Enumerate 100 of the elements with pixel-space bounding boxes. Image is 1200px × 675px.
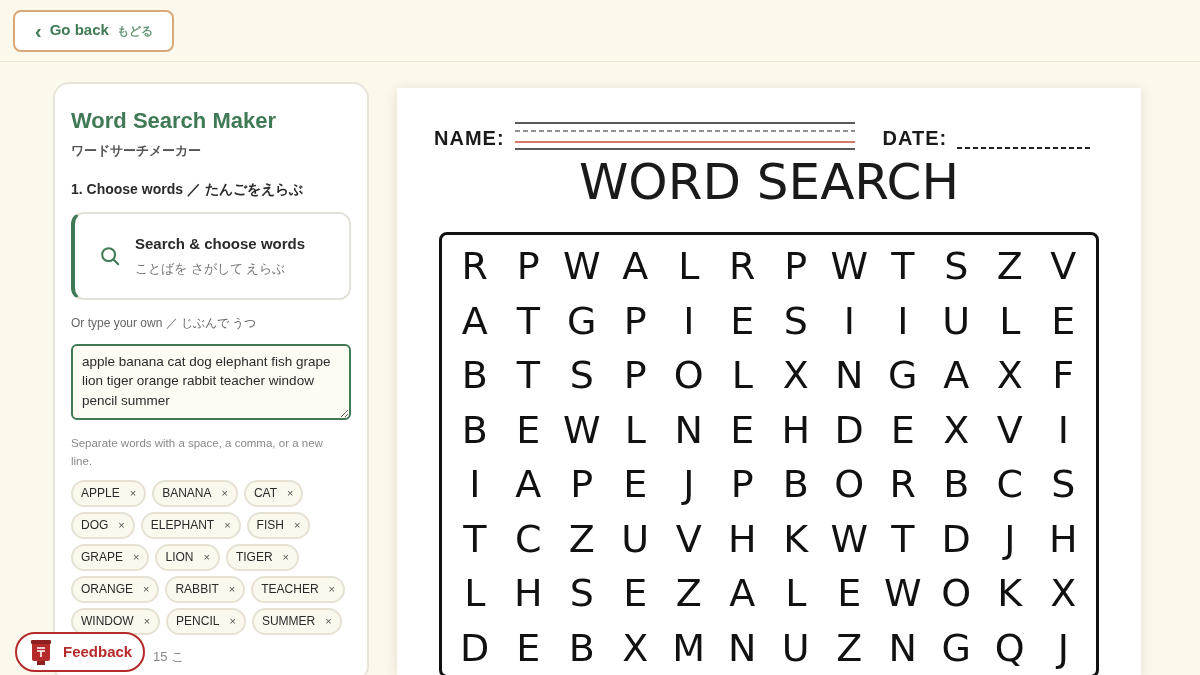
grid-letter: G	[887, 352, 919, 400]
grid-letter: H	[1047, 515, 1079, 563]
grid-letter: O	[833, 461, 866, 509]
grid-letter: U	[780, 624, 811, 672]
grid-letter: V	[674, 515, 703, 563]
grid-letter: F	[1051, 352, 1076, 400]
grid-letter: I	[682, 297, 696, 345]
grid-letter: D	[459, 624, 491, 672]
grid-letter: E	[836, 570, 863, 618]
grid-letter: P	[515, 243, 541, 291]
grid-letter: S	[568, 352, 595, 400]
grid-letter: Z	[995, 243, 1024, 291]
grid-letter: X	[1049, 570, 1078, 618]
grid-letter: E	[515, 406, 542, 454]
grid-letter: I	[842, 297, 856, 345]
grid-letter: P	[622, 297, 648, 345]
search-icon	[99, 244, 121, 267]
chip-remove-button[interactable]: ×	[133, 551, 140, 563]
step-label: 1. Choose words ／ たんごをえらぶ	[71, 179, 304, 199]
grid-letter: H	[512, 570, 544, 618]
go-back-button[interactable]: ‹ Go back もどる	[13, 9, 174, 52]
grid-letter: X	[781, 352, 810, 400]
chip-remove-button[interactable]: ×	[224, 519, 231, 531]
grid-letter: E	[889, 406, 916, 454]
grid-letter: W	[561, 406, 602, 454]
chip-label: TIGER	[235, 549, 273, 566]
grid-letter: R	[728, 243, 757, 291]
grid-letter: P	[622, 352, 648, 400]
grid-letter: V	[1049, 243, 1078, 291]
grid-letter: T	[515, 297, 541, 345]
search-words-card[interactable]: Search & choose words ことばを さがして えらぶ	[71, 211, 351, 300]
chip-remove-button[interactable]: ×	[143, 583, 150, 595]
grid-letter: W	[882, 570, 923, 618]
grid-letter: I	[468, 461, 482, 509]
feedback-button[interactable]: Feedback	[15, 632, 145, 672]
worksheet-title: WORD SEARCH	[578, 154, 960, 210]
grid-letter: M	[671, 624, 707, 672]
grid-letter: S	[782, 297, 809, 345]
grid-letter: V	[995, 406, 1024, 454]
words-input-field[interactable]: apple banana cat dog elephant fish grape lion tiger orange rabbit teacher window pencil summer	[71, 343, 351, 420]
chip-remove-button[interactable]: ×	[325, 615, 332, 627]
grid-letter: E	[515, 624, 542, 672]
chip-label: TEACHER	[261, 581, 319, 598]
chip-label: RABBIT	[175, 581, 219, 598]
chip-remove-button[interactable]: ×	[293, 519, 301, 531]
grid-letter: C	[995, 461, 1024, 509]
chip-remove-button[interactable]: ×	[228, 583, 236, 595]
grid-letter: P	[783, 243, 809, 291]
grid-letter: I	[1056, 406, 1070, 454]
chip-remove-button[interactable]: ×	[287, 487, 294, 499]
grid-letter: W	[561, 243, 602, 291]
chip-remove-button[interactable]: ×	[328, 583, 335, 595]
chip-remove-button[interactable]: ×	[143, 615, 151, 627]
chip-remove-button[interactable]: ×	[221, 487, 228, 499]
search-card-subtitle: ことばを さがして えらぶ	[135, 260, 287, 278]
chip-label: SUMMER	[261, 613, 316, 630]
grid-letter: N	[673, 406, 704, 454]
grid-letter: S	[943, 243, 970, 291]
grid-letter: T	[462, 515, 488, 563]
grid-letter: L	[784, 570, 808, 618]
grid-letter: D	[833, 406, 865, 454]
grid-letter: L	[677, 243, 701, 291]
chip-label: CAT	[253, 485, 278, 502]
chip-remove-button[interactable]: ×	[118, 519, 125, 531]
grid-letter: B	[942, 461, 971, 509]
chip-remove-button[interactable]: ×	[203, 551, 210, 563]
grid-letter: E	[1050, 297, 1077, 345]
grid-letter: T	[890, 515, 916, 563]
own-words-label: Or type your own ／ じぶんで うつ	[71, 314, 258, 332]
chip-label: LION	[165, 549, 194, 566]
grid-letter: K	[782, 515, 810, 563]
grid-letter: A	[514, 461, 543, 509]
grid-letter: R	[460, 243, 489, 291]
chip-label: WINDOW	[81, 613, 134, 630]
grid-letter: P	[569, 461, 595, 509]
grid-letter: C	[513, 515, 543, 563]
chip-remove-button[interactable]: ×	[129, 487, 137, 499]
grid-letter: G	[940, 624, 972, 672]
chip-label: ORANGE	[81, 581, 133, 598]
word-count: 15 こ	[153, 647, 185, 666]
go-back-label-ja: もどる	[116, 22, 153, 40]
grid-letter: L	[463, 570, 487, 618]
grid-letter: Z	[835, 624, 864, 672]
grid-letter: T	[890, 243, 916, 291]
grid-letter: J	[1001, 515, 1017, 563]
panel-subtitle: ワードサーチメーカー	[71, 142, 202, 160]
grid-letter: S	[1050, 461, 1077, 509]
name-label: NAME:	[434, 128, 505, 148]
chip-remove-button[interactable]: ×	[229, 615, 236, 627]
chip-label: PENCIL	[176, 613, 220, 630]
grid-letter: D	[940, 515, 972, 563]
grid-letter: L	[623, 406, 647, 454]
mailbox-icon	[31, 639, 51, 665]
grid-letter: I	[896, 297, 910, 345]
grid-letter: J	[680, 461, 696, 509]
grid-letter: G	[566, 297, 598, 345]
chip-remove-button[interactable]: ×	[282, 551, 289, 563]
grid-letter: B	[781, 461, 810, 509]
grid-letter: U	[941, 297, 972, 345]
grid-letter: Z	[674, 570, 703, 618]
